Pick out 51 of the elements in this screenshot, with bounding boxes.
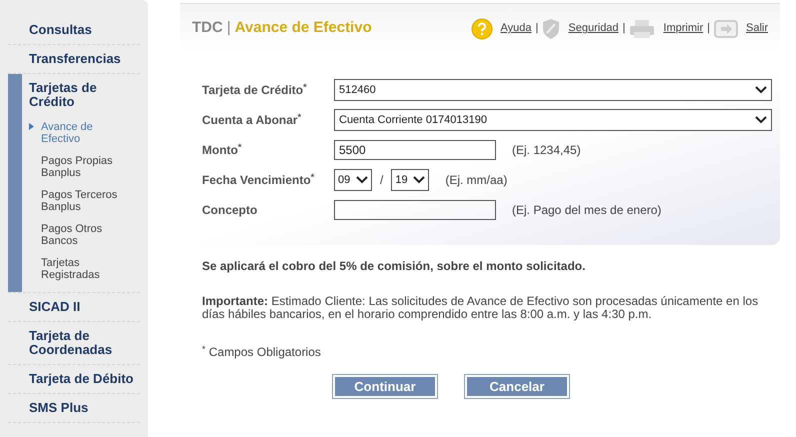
- page-title: Avance de Efectivo: [234, 18, 372, 38]
- header-link[interactable]: Ayuda: [500, 20, 532, 37]
- shield-icon[interactable]: [542, 18, 560, 40]
- separator: |: [622, 21, 626, 36]
- action-button[interactable]: Continuar: [333, 375, 437, 398]
- sidebar-subitem[interactable]: Pagos Propias Banplus: [29, 150, 140, 184]
- sidebar-item[interactable]: Consultas: [29, 16, 140, 44]
- sidebar-subitem[interactable]: Avance de Efectivo: [29, 116, 140, 150]
- sidebar-subitem[interactable]: Pagos Otros Bancos: [29, 218, 140, 252]
- action-button[interactable]: Cancelar: [465, 375, 569, 398]
- field-label: Cuenta a Abonar$^{*}$: [202, 111, 302, 129]
- sidebar-subitem[interactable]: Tarjetas Registradas: [29, 252, 140, 286]
- chevron-down-icon: [755, 116, 767, 124]
- field-label: Fecha Vencimiento$^{*}$: [202, 171, 316, 189]
- triangle-icon: [29, 123, 34, 130]
- sidebar-item[interactable]: Tarjeta de Coordenadas: [29, 322, 140, 364]
- help-icon[interactable]: [470, 18, 493, 40]
- separator: |: [707, 21, 710, 36]
- required-note: $^{*}$ Campos Obligatorios: [202, 343, 322, 361]
- input-field[interactable]: 5500: [334, 140, 496, 160]
- chevron-down-icon: [755, 86, 767, 94]
- select-field[interactable]: Cuenta Corriente 0174013190: [334, 109, 772, 131]
- field-label: Tarjeta de Crédito$^{*}$: [202, 81, 308, 99]
- section-label: TDC: [192, 18, 223, 38]
- input-field[interactable]: [334, 200, 496, 220]
- example-hint: (Ej. Pago del mes de enero): [512, 202, 662, 219]
- select-field[interactable]: 09: [334, 169, 372, 191]
- important-note: Importante: Estimado Cliente: Las solicitudes de Avance de Efectivo son procesadas únicamente en los días hábiles bancarios, en el horario comprendido entre las 8:00 a.m. y las 4:30 p.m.: [202, 295, 760, 321]
- field-label: Monto$^{*}$: [202, 141, 242, 159]
- chevron-down-icon: [413, 176, 426, 184]
- header-link[interactable]: Imprimir: [663, 20, 704, 37]
- sidebar-item[interactable]: Tarjeta de Débito: [29, 365, 140, 393]
- commission-note: Se aplicará el cobro del 5% de comisión, sobre el monto solicitado.: [202, 258, 586, 275]
- exit-icon[interactable]: [714, 20, 738, 38]
- date-separator: /: [380, 172, 384, 189]
- printer-icon[interactable]: [629, 18, 656, 38]
- select-field[interactable]: 19: [391, 169, 430, 191]
- example-hint: (Ej. 1234,45): [512, 142, 581, 159]
- example-hint: (Ej. mm/aa): [445, 172, 508, 189]
- separator: |: [226, 18, 231, 38]
- sidebar-item[interactable]: Tarjetas de Crédito: [29, 74, 140, 116]
- header-link[interactable]: Seguridad: [568, 20, 619, 37]
- header-link[interactable]: Salir: [746, 20, 768, 37]
- field-label: Concepto: [202, 202, 258, 219]
- select-field[interactable]: 512460: [334, 79, 772, 101]
- sidebar-item[interactable]: SICAD II: [29, 293, 140, 321]
- sidebar-item[interactable]: Transferencias: [29, 45, 140, 73]
- sidebar-item[interactable]: SMS Plus: [29, 394, 140, 422]
- chevron-down-icon: [356, 176, 368, 184]
- separator: |: [536, 21, 538, 36]
- sidebar-subitem[interactable]: Pagos Terceros Banplus: [29, 184, 140, 218]
